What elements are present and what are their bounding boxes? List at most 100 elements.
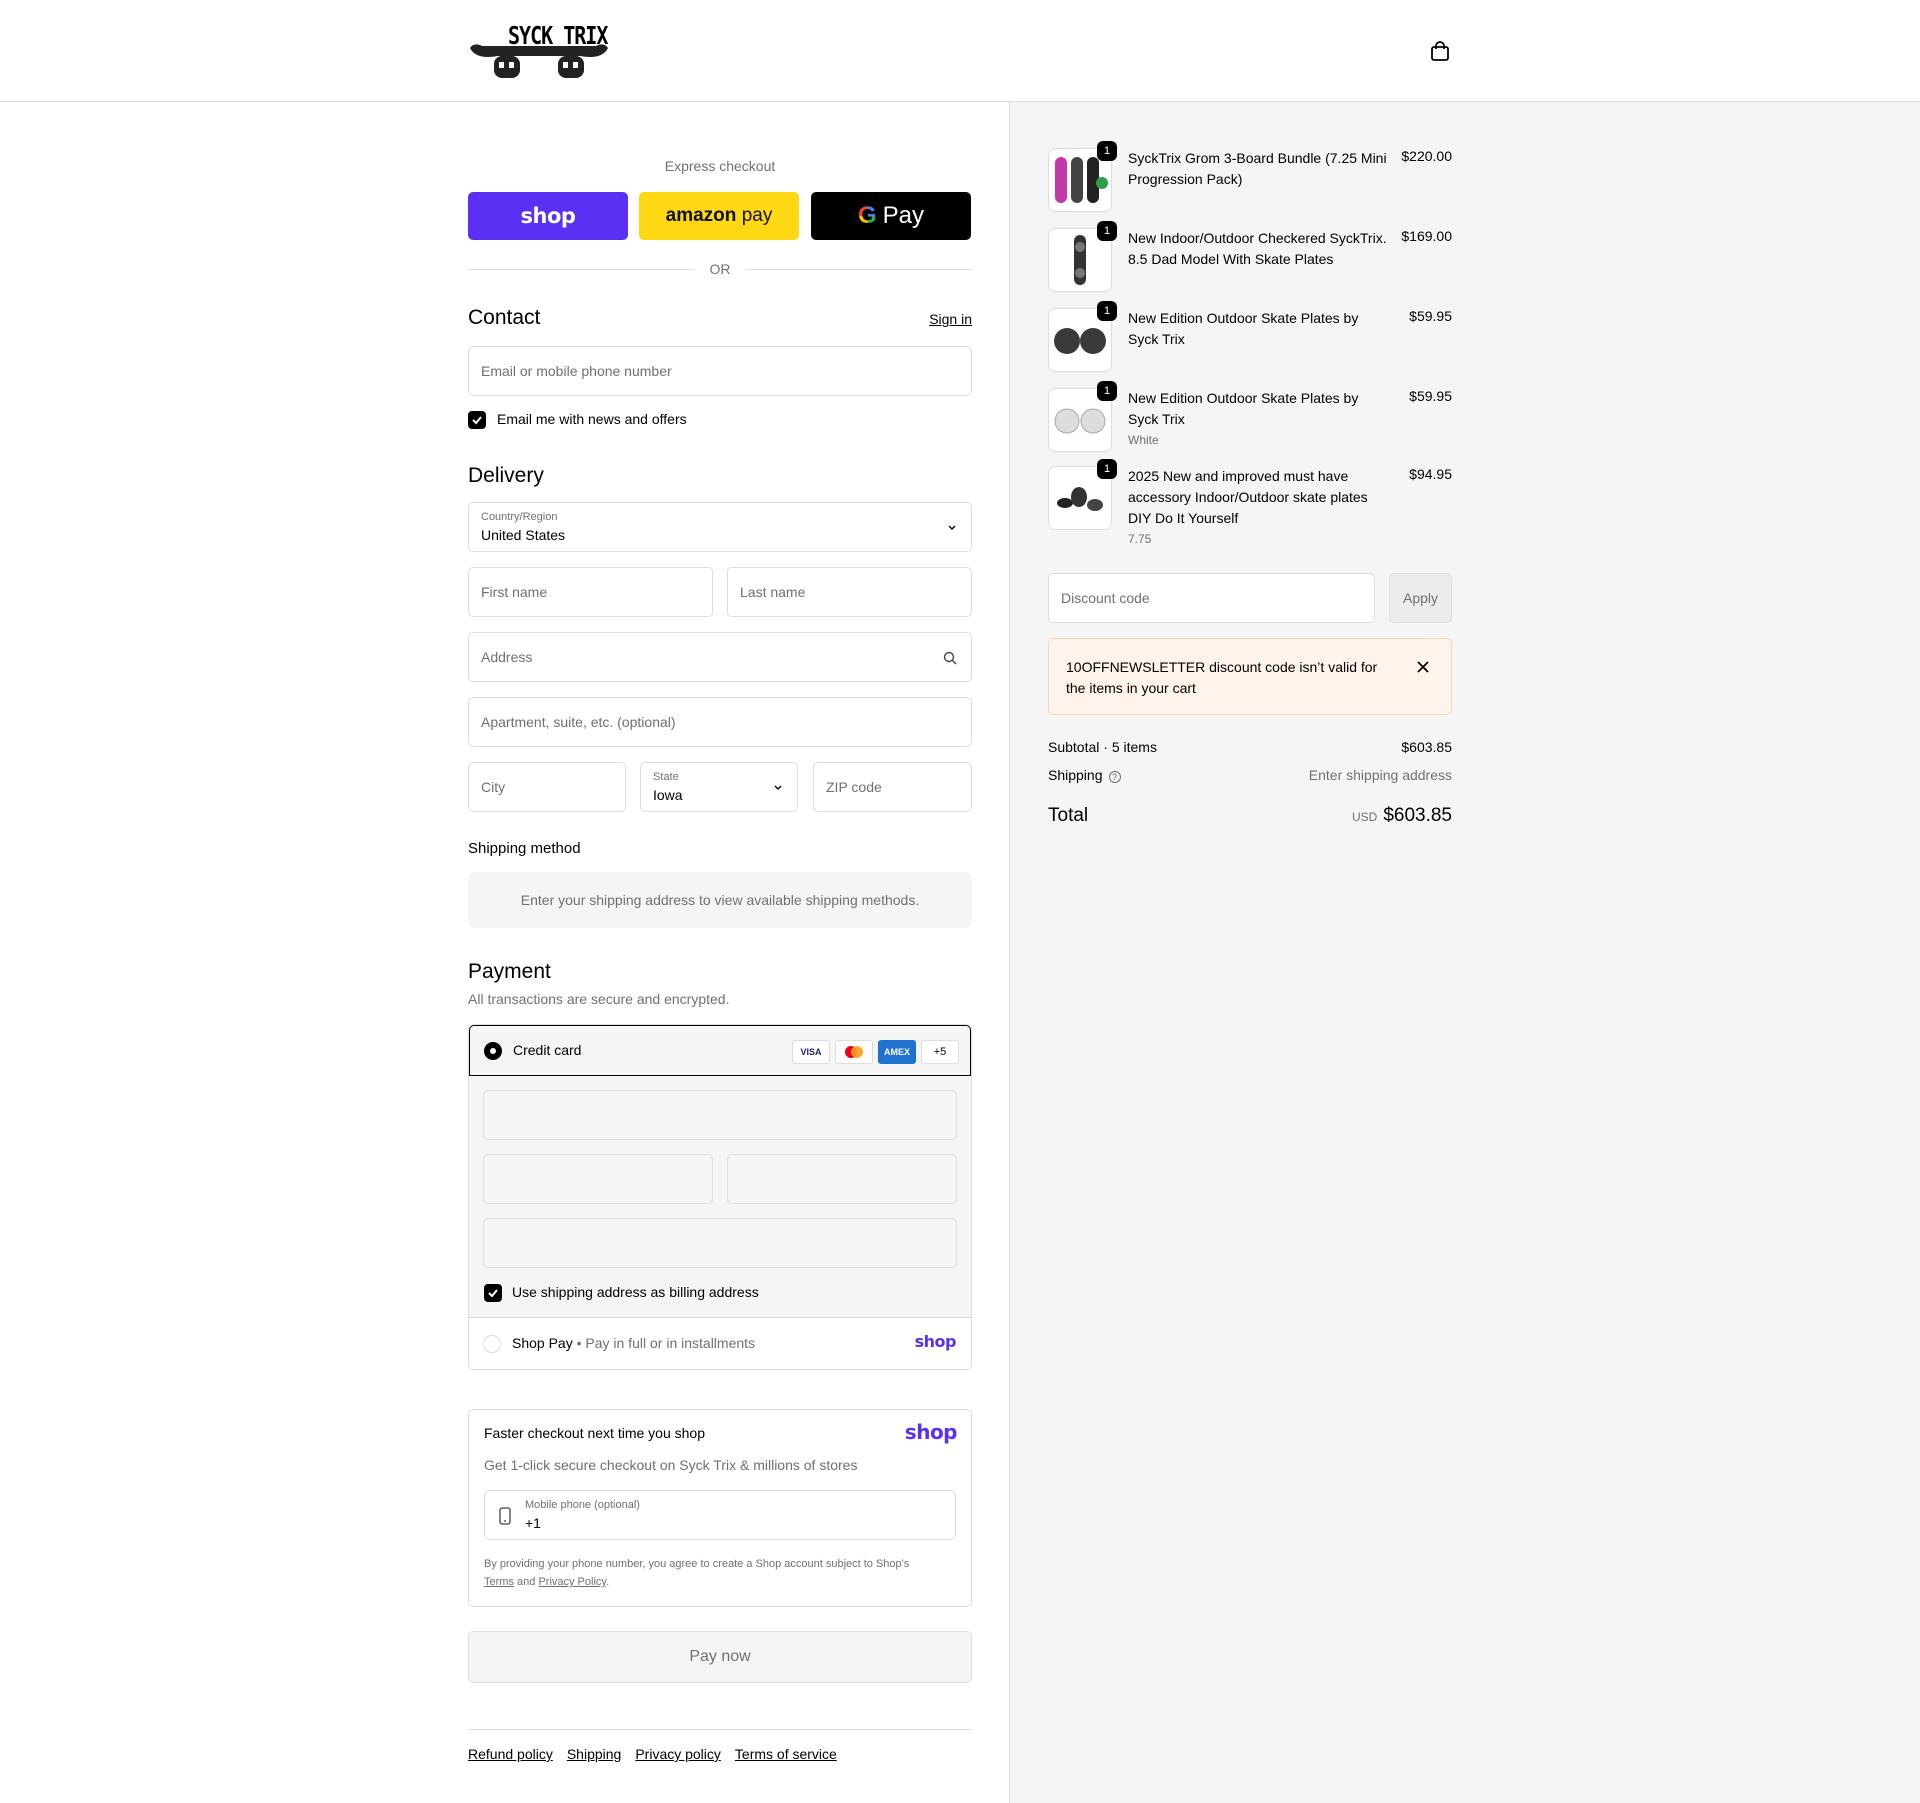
- sign-in-link[interactable]: Sign in: [929, 311, 972, 327]
- last-name-field[interactable]: [727, 567, 972, 617]
- first-name-field[interactable]: [468, 567, 713, 617]
- product-thumbnail: 1: [1048, 301, 1117, 372]
- privacy-policy-footer-link[interactable]: Privacy policy: [635, 1746, 721, 1762]
- shop-pay-radio[interactable]: [483, 1335, 501, 1353]
- state-select[interactable]: State Iowa: [640, 762, 798, 812]
- footer-divider: [468, 1729, 972, 1730]
- shop-pay-label-group: Shop Pay • Pay in full or in installment…: [512, 1335, 756, 1351]
- more-cards-badge: +5: [921, 1040, 959, 1064]
- security-code-field[interactable]: [727, 1154, 957, 1204]
- close-icon[interactable]: [1415, 659, 1431, 675]
- checkmark-icon: [472, 416, 482, 425]
- consent-and: and: [517, 1576, 536, 1588]
- express-checkout-title: Express checkout: [664, 158, 776, 174]
- apartment-field[interactable]: [468, 697, 972, 747]
- country-select[interactable]: Country/Region United States: [468, 502, 972, 552]
- chevron-down-icon: [948, 525, 956, 530]
- google-g-icon: G: [857, 202, 877, 229]
- mastercard-icon: [835, 1040, 873, 1064]
- shipping-label: Shipping: [1048, 767, 1103, 783]
- consent-period: .: [606, 1576, 610, 1588]
- apply-discount-button[interactable]: Apply: [1389, 573, 1452, 623]
- shipping-policy-link[interactable]: Shipping: [567, 1746, 622, 1762]
- credit-card-radio[interactable]: [484, 1042, 502, 1060]
- subtotal-label: Subtotal · 5 items: [1048, 739, 1157, 755]
- cart-item: 1 New Edition Outdoor Skate Plates by Sy…: [1048, 301, 1452, 372]
- item-price: $220.00: [1401, 148, 1452, 164]
- shop-pay-label: Shop Pay: [512, 1335, 573, 1351]
- city-field[interactable]: [468, 762, 626, 812]
- card-number-field[interactable]: [483, 1090, 957, 1140]
- billing-same-checkbox[interactable]: [484, 1284, 502, 1302]
- address-field[interactable]: [468, 632, 972, 682]
- name-on-card-field[interactable]: [483, 1218, 957, 1268]
- discount-error-text: 10OFFNEWSLETTER discount code isn’t vali…: [1066, 659, 1378, 696]
- item-title: New Edition Outdoor Skate Plates by Syck…: [1128, 310, 1359, 347]
- credit-card-form: Use shipping address as billing address: [469, 1076, 971, 1318]
- discount-code-input[interactable]: [1049, 574, 1374, 622]
- payment-heading: Payment: [468, 960, 551, 983]
- discount-error-notice: 10OFFNEWSLETTER discount code isn’t vali…: [1048, 638, 1452, 715]
- quantity-badge: 1: [1097, 141, 1117, 161]
- visa-icon: VISA: [792, 1040, 830, 1064]
- item-title: 2025 New and improved must have accessor…: [1128, 468, 1368, 526]
- mastercard-circles-icon: [845, 1046, 863, 1058]
- pay-now-button[interactable]: Pay now: [468, 1631, 972, 1683]
- shop-signup-box: Faster checkout next time you shop shop …: [468, 1409, 972, 1607]
- mobile-phone-value: +1: [525, 1515, 541, 1531]
- email-input[interactable]: [469, 347, 971, 395]
- zip-input[interactable]: [814, 763, 971, 811]
- shop-signup-subtitle: Get 1-click secure checkout on Syck Trix…: [484, 1457, 858, 1473]
- shipping-method-message: Enter your shipping address to view avai…: [468, 872, 972, 928]
- country-value: United States: [481, 527, 566, 543]
- discount-code-field[interactable]: [1048, 573, 1375, 623]
- mobile-phone-field[interactable]: Mobile phone (optional) +1: [484, 1490, 956, 1540]
- shopping-bag-icon[interactable]: [1429, 40, 1451, 62]
- item-price: $59.95: [1409, 308, 1452, 324]
- address-input[interactable]: [469, 633, 971, 681]
- quantity-badge: 1: [1097, 221, 1117, 241]
- payment-subtitle: All transactions are secure and encrypte…: [468, 991, 730, 1007]
- footer-links: Refund policy Shipping Privacy policy Te…: [468, 1746, 837, 1762]
- last-name-input[interactable]: [728, 568, 971, 616]
- item-variant: White: [1128, 433, 1159, 447]
- shop-pay-express-button[interactable]: shop: [468, 192, 628, 240]
- item-price: $59.95: [1409, 388, 1452, 404]
- credit-card-option[interactable]: Credit card VISA AMEX +5: [469, 1025, 971, 1076]
- shipping-method-title: Shipping method: [468, 840, 581, 857]
- cart-item: 1 New Indoor/Outdoor Checkered SyckTrix.…: [1048, 221, 1452, 292]
- privacy-policy-link[interactable]: Privacy Policy: [538, 1576, 606, 1588]
- skateboard-logo-icon: [470, 44, 608, 78]
- zip-field[interactable]: [813, 762, 972, 812]
- item-title: New Edition Outdoor Skate Plates by Syck…: [1128, 390, 1359, 427]
- shipping-label-group: Shipping?: [1048, 767, 1121, 783]
- shop-logo: shop: [904, 1420, 958, 1444]
- first-name-input[interactable]: [469, 568, 712, 616]
- refund-policy-link[interactable]: Refund policy: [468, 1746, 553, 1762]
- terms-link[interactable]: Terms: [484, 1576, 514, 1588]
- store-logo[interactable]: SYCK TRIX: [468, 18, 610, 80]
- state-label: State: [653, 771, 679, 783]
- help-icon[interactable]: ?: [1108, 771, 1121, 783]
- or-text: OR: [709, 261, 731, 277]
- shop-pay-option[interactable]: Shop Pay • Pay in full or in installment…: [469, 1318, 971, 1369]
- terms-of-service-link[interactable]: Terms of service: [735, 1746, 837, 1762]
- apartment-input[interactable]: [469, 698, 971, 746]
- total-label: Total: [1048, 805, 1089, 826]
- amazon-pay-button[interactable]: amazon pay: [639, 192, 799, 240]
- email-field[interactable]: [468, 346, 972, 396]
- header: SYCK TRIX: [0, 0, 1920, 102]
- checkmark-icon: [488, 1289, 498, 1298]
- gpay-label: Pay: [882, 202, 925, 229]
- chevron-down-icon: [774, 785, 782, 790]
- quantity-badge: 1: [1097, 301, 1117, 321]
- google-pay-button[interactable]: G Pay: [811, 192, 971, 240]
- product-thumbnail: 1: [1048, 141, 1117, 212]
- contact-heading: Contact: [468, 306, 541, 329]
- expiration-date-field[interactable]: [483, 1154, 713, 1204]
- shop-pay-logo: shop: [520, 204, 576, 228]
- product-thumbnail: 1: [1048, 381, 1117, 452]
- city-input[interactable]: [469, 763, 625, 811]
- newsletter-checkbox[interactable]: [468, 411, 486, 429]
- total-value: $603.85: [1383, 805, 1452, 826]
